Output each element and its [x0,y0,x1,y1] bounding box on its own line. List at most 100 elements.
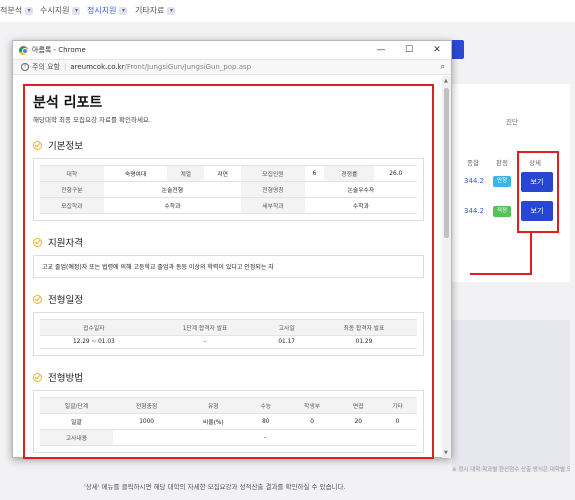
scroll-down-icon[interactable]: ▼ [444,450,448,456]
nav-item-analysis[interactable]: 적분석 ▾ [0,5,34,16]
check-circle-icon [33,372,42,382]
popup-window: 아름록 - Chrome — ☐ ✕ ! 주의 요함 | areumcok.co… [12,40,452,459]
col-judge-header: 판정 [496,159,508,167]
cell: 전형구분 [40,181,104,198]
security-label[interactable]: 주의 요함 [32,62,60,72]
section-qual-header: 지원자격 [33,235,424,249]
total-score: 344.2 [464,177,485,185]
section-title: 지원자격 [48,238,83,249]
zoom-icon[interactable]: ⌕ [441,62,445,72]
top-nav: 적분석 ▾ 수시지원 ▾ 정시지원 ▾ 기타자료 ▾ [0,0,575,22]
url-host: areumcok.co.kr [70,63,125,71]
status-badge: 안정 [493,176,511,187]
info-panel [452,320,570,472]
cell: 계열 [167,165,205,182]
nav-label: 적분석 [0,6,23,15]
nav-label: 기타자료 [135,6,165,15]
method-box: 일괄/단계 전형총점 유형 수능 학생부 면접 기타 일괄 1000 비율(%)… [33,390,424,453]
cell: 대학 [40,165,104,182]
section-method-header: 전형방법 [33,370,424,384]
url-path: /Front/JungsiGun/JungsiGun_pop.asp [124,63,252,71]
close-icon[interactable]: ✕ [423,45,451,55]
address-bar[interactable]: ! 주의 요함 | areumcok.co.kr/Front/JungsiGun… [13,59,451,75]
method-table: 일괄/단계 전형총점 유형 수능 학생부 면접 기타 일괄 1000 비율(%)… [40,397,417,446]
cell: 20 [338,413,378,430]
chevron-down-icon: ▾ [119,6,128,15]
section-title: 전형방법 [48,373,83,384]
col-total-header: 종합 [467,159,479,167]
warning-icon[interactable]: ! [21,63,29,71]
column-header: 고사일 [262,319,311,336]
notice-strip: ※ 정시 대학·학과별 환산점수 산출 방식은 대학별 모집요강을 반드시 확인… [452,467,570,473]
cell: 6 [304,165,325,182]
schedule-box: 접수일자 1단계 합격자 발표 고사일 최종 합격자 발표 12.29 ~ 01… [33,312,424,356]
cell: 경쟁률 [324,165,375,182]
column-header: 수능 [246,397,286,414]
column-header: 일괄/단계 [40,397,113,414]
callout-line [530,233,532,275]
view-detail-button[interactable]: 보기 [521,172,553,192]
chevron-down-icon: ▾ [167,6,176,15]
col-group-header: 진단 [506,118,518,126]
total-score: 344.2 [464,207,485,215]
cell: 수학과 [103,197,242,214]
chrome-icon [19,45,28,55]
column-header: 면접 [338,397,378,414]
status-badge: 적정 [493,206,511,217]
check-circle-icon [33,140,42,150]
column-header: 1단계 합격자 발표 [147,319,263,336]
section-basic-header: 기본정보 [33,138,424,152]
cell: 전형명칭 [241,181,305,198]
section-title: 기본정보 [48,141,83,152]
basic-info-table: 대학 숙명여대 계열 자연 모집인원 6 경쟁률 26.0 전형구분 논술전형 … [40,165,417,214]
basic-info-box: 대학 숙명여대 계열 자연 모집인원 6 경쟁률 26.0 전형구분 논술전형 … [33,158,424,221]
section-title: 전형일정 [48,295,83,306]
cell: 모집인원 [241,165,305,182]
cell: - [147,335,263,349]
cell: - [112,429,417,446]
cell: 논술전형 [103,181,242,198]
nav-label: 정시지원 [87,6,117,15]
nav-item-susi[interactable]: 수시지원 ▾ [40,5,81,16]
cell: 01.17 [262,335,311,349]
view-detail-button[interactable]: 보기 [521,201,553,221]
report-title: 분석 리포트 [33,95,103,111]
chevron-down-icon: ▾ [25,6,34,15]
cell: 80 [246,413,286,430]
title-bar[interactable]: 아름록 - Chrome — ☐ ✕ [13,41,451,59]
cell: 일괄 [40,413,113,430]
column-header: 유형 [180,397,247,414]
cell: 0 [377,413,417,430]
footer-note: '상세' 메뉴를 클릭하시면 해당 대학의 자세한 모집요강과 성적산출 결과를… [84,483,346,491]
minimize-icon[interactable]: — [367,45,395,55]
report-content: 분석 리포트 해당대학 최종 모집요강 자료를 확인하세요. 기본정보 대학 숙… [23,84,434,459]
check-circle-icon [33,237,42,247]
nav-item-jungsi[interactable]: 정시지원 ▾ [87,5,128,16]
cell: 모집학과 [40,197,104,214]
cell: 수학과 [304,197,417,214]
column-header: 학생부 [285,397,339,414]
cell: 12.29 ~ 01.03 [40,335,148,349]
chevron-down-icon: ▾ [72,6,81,15]
scrollbar-thumb[interactable] [444,88,449,238]
cell: 26.0 [374,165,417,182]
qualification-text: 고교 졸업(예정)자 또는 법령에 의해 고등학교 졸업과 동등 이상의 학력이… [33,255,424,278]
cell: 자연 [204,165,242,182]
cell: 비율(%) [180,413,247,430]
cell: 논술우수자 [304,181,417,198]
cell: 1000 [112,413,181,430]
cell: 세부학과 [241,197,305,214]
maximize-icon[interactable]: ☐ [395,45,423,55]
scroll-up-icon[interactable]: ▲ [444,78,448,84]
column-header: 접수일자 [40,319,148,336]
column-header: 전형총점 [112,397,181,414]
section-schedule-header: 전형일정 [33,292,424,306]
schedule-table: 접수일자 1단계 합격자 발표 고사일 최종 합격자 발표 12.29 ~ 01… [40,319,417,349]
nav-item-etc[interactable]: 기타자료 ▾ [135,5,176,16]
column-header: 기타 [377,397,417,414]
column-header: 최종 합격자 발표 [310,319,417,336]
cell: 숙명여대 [103,165,168,182]
scrollbar[interactable]: ▲ ▼ [442,76,451,458]
check-circle-icon [33,294,42,304]
report-subtitle: 해당대학 최종 모집요강 자료를 확인하세요. [33,116,151,124]
